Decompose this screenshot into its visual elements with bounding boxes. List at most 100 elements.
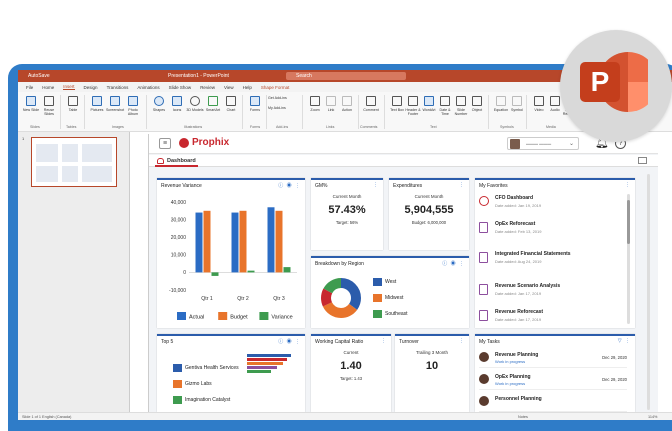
ribbon-divider [146, 95, 147, 129]
favorite-item[interactable]: Revenue Scenario Analysis Date added: Ja… [479, 282, 619, 302]
card-menu-icon[interactable]: ⋮ [373, 182, 379, 188]
task-item[interactable]: Personnel Planning [479, 394, 627, 412]
tab-dashboard[interactable]: Dashboard [155, 156, 198, 167]
my-add-ins-button[interactable]: My Add-ins [268, 106, 300, 110]
tab-slide-show[interactable]: Slide Show [169, 85, 192, 90]
tab-help[interactable]: Help [243, 85, 252, 90]
y-tick-label: 20,000 [171, 235, 187, 241]
breakdown-card: Breakdown by Region ⓘ ◉ ⋮ West Midwest S… [311, 256, 469, 328]
favorite-item[interactable]: CFO Dashboard Date added: Jan 19, 2019 [479, 194, 619, 214]
y-tick-label: -10,000 [169, 288, 186, 294]
folder-icon[interactable] [638, 157, 647, 164]
table-button[interactable]: Table [64, 96, 82, 112]
app-header: ≡ Prophix ▬▬▬ ▬▬▬ ⌄ 🔔︎ ? [149, 134, 658, 154]
tab-shape-format[interactable]: Shape Format [261, 85, 290, 90]
powerpoint-logo-letter: P [580, 62, 620, 102]
menu-icon[interactable]: ≡ [159, 138, 171, 149]
ribbon-divider [358, 95, 359, 129]
thumbnail-tile [62, 166, 78, 182]
card-menu-icon[interactable]: ⋮ [459, 182, 465, 188]
legend-swatch [173, 396, 182, 404]
notes-button[interactable]: Notes [518, 415, 528, 419]
favorite-item[interactable]: Revenue Reforecast Date added: Jan 17, 2… [479, 308, 619, 328]
card-menu-icon[interactable]: ⋮ [625, 182, 631, 188]
chart-button[interactable]: Chart [222, 96, 240, 112]
tab-view[interactable]: View [224, 85, 234, 90]
scrollbar[interactable] [627, 194, 630, 324]
filter-icon[interactable]: ▽ ⋮ [618, 338, 631, 344]
tab-insert[interactable]: Insert [63, 84, 75, 90]
thumbnail-tile [82, 144, 112, 162]
favorite-item[interactable]: OpEx Reforecast Date added: Feb 13, 2019 [479, 220, 619, 240]
icons-button[interactable]: Icons [168, 96, 186, 112]
group-illustrations-label: Illustrations [184, 125, 203, 129]
smartart-button[interactable]: SmartArt [204, 96, 222, 112]
tasks-card: My Tasks ▽ ⋮ Revenue Planning Work in pr… [475, 334, 635, 412]
card-title: Working Capital Ratio [315, 339, 364, 345]
legend-swatch [373, 294, 382, 302]
favorites-card: My Favorites ⋮ CFO Dashboard Date added:… [475, 178, 635, 328]
expenditures-value: 5,904,555 [404, 204, 454, 216]
slide-canvas[interactable]: ≡ Prophix ▬▬▬ ▬▬▬ ⌄ 🔔︎ ? Dashboard Reven… [148, 134, 658, 412]
task-item[interactable]: Revenue Planning Work in progress Dec 29… [479, 350, 627, 368]
legend-swatch [173, 380, 182, 388]
turnover-subtitle: Trailing 3 Month [415, 350, 449, 355]
tab-review[interactable]: Review [200, 85, 215, 90]
card-title: My Tasks [479, 339, 500, 345]
x-tick-label: Qtr 2 [237, 296, 249, 302]
zoom-level[interactable]: 114% [648, 415, 657, 419]
tab-home[interactable]: Home [42, 85, 54, 90]
comment-button[interactable]: Comment [362, 96, 380, 112]
group-slides-label: Slides [30, 125, 40, 129]
expenditures-subtitle: Current Month [414, 194, 444, 199]
top5-item-gizmo: Gizmo Labs [173, 380, 212, 388]
card-menu-icon[interactable]: ⋮ [459, 338, 465, 344]
tab-animations[interactable]: Animations [137, 85, 159, 90]
new-slide-button[interactable]: New Slide [22, 96, 40, 112]
working-capital-target: Target: 1.43 [339, 376, 363, 381]
reuse-slides-button[interactable]: Reuse Slides [40, 96, 58, 116]
y-tick-label: 10,000 [171, 253, 187, 259]
top5-card: Top 5 ⓘ ◉ ⋮ Gentiva Health Services Gizm… [157, 334, 305, 412]
symbol-button[interactable]: Symbol [508, 96, 526, 112]
get-add-ins-button[interactable]: Get Add-ins [268, 96, 300, 100]
favorite-item[interactable]: Integrated Financial Statements Date add… [479, 250, 619, 270]
action-button[interactable]: Action [338, 96, 356, 112]
status-bar: Slide 1 of 1 English (Canada) Notes 114% [18, 412, 672, 420]
x-tick-label: Qtr 3 [273, 296, 285, 302]
task-item[interactable]: OpEx Planning Work in progress Dec 29, 2… [479, 372, 627, 390]
photo-album-button[interactable]: Photo Album [124, 96, 142, 116]
dashboard-icon [157, 158, 164, 164]
card-toolbar-icons[interactable]: ⓘ ◉ ⋮ [442, 260, 465, 267]
shapes-button[interactable]: Shapes [150, 96, 168, 112]
tab-transitions[interactable]: Transitions [107, 85, 129, 90]
legend-label: Actual [189, 315, 204, 321]
ribbon-divider [84, 95, 85, 129]
group-comments-label: Comments [360, 125, 378, 129]
card-title: GM% [315, 183, 328, 189]
autosave-toggle[interactable]: AutoSave [28, 73, 50, 79]
legend-swatch [373, 278, 382, 286]
card-toolbar-icons[interactable]: ⓘ ◉ ⋮ [278, 338, 301, 345]
tab-file[interactable]: File [26, 85, 33, 90]
gm-card: GM% ⋮ Current Month 57.43% Target: 56% [311, 178, 383, 250]
slide-scrollbar[interactable] [647, 174, 650, 410]
user-menu[interactable]: ▬▬▬ ▬▬▬ ⌄ [507, 137, 579, 150]
chevron-down-icon: ⌄ [568, 141, 574, 147]
forms-button[interactable]: Forms [246, 96, 264, 112]
slide-thumbnail[interactable] [31, 137, 117, 187]
card-menu-icon[interactable]: ⋮ [381, 338, 387, 344]
equation-icon [496, 96, 506, 106]
tab-design[interactable]: Design [84, 85, 98, 90]
ribbon-divider [384, 95, 385, 129]
search-box[interactable]: Search [286, 72, 406, 80]
3d-models-button[interactable]: 3D Models [186, 96, 204, 112]
group-forms-label: Forms [250, 125, 261, 129]
scrollbar-thumb[interactable] [627, 200, 630, 244]
template-icon [479, 252, 488, 263]
ribbon-divider [488, 95, 489, 129]
screenshot-button[interactable]: Screenshot [106, 96, 124, 112]
object-button[interactable]: Object [468, 96, 486, 112]
new-slide-icon [26, 96, 36, 106]
pictures-button[interactable]: Pictures [88, 96, 106, 112]
